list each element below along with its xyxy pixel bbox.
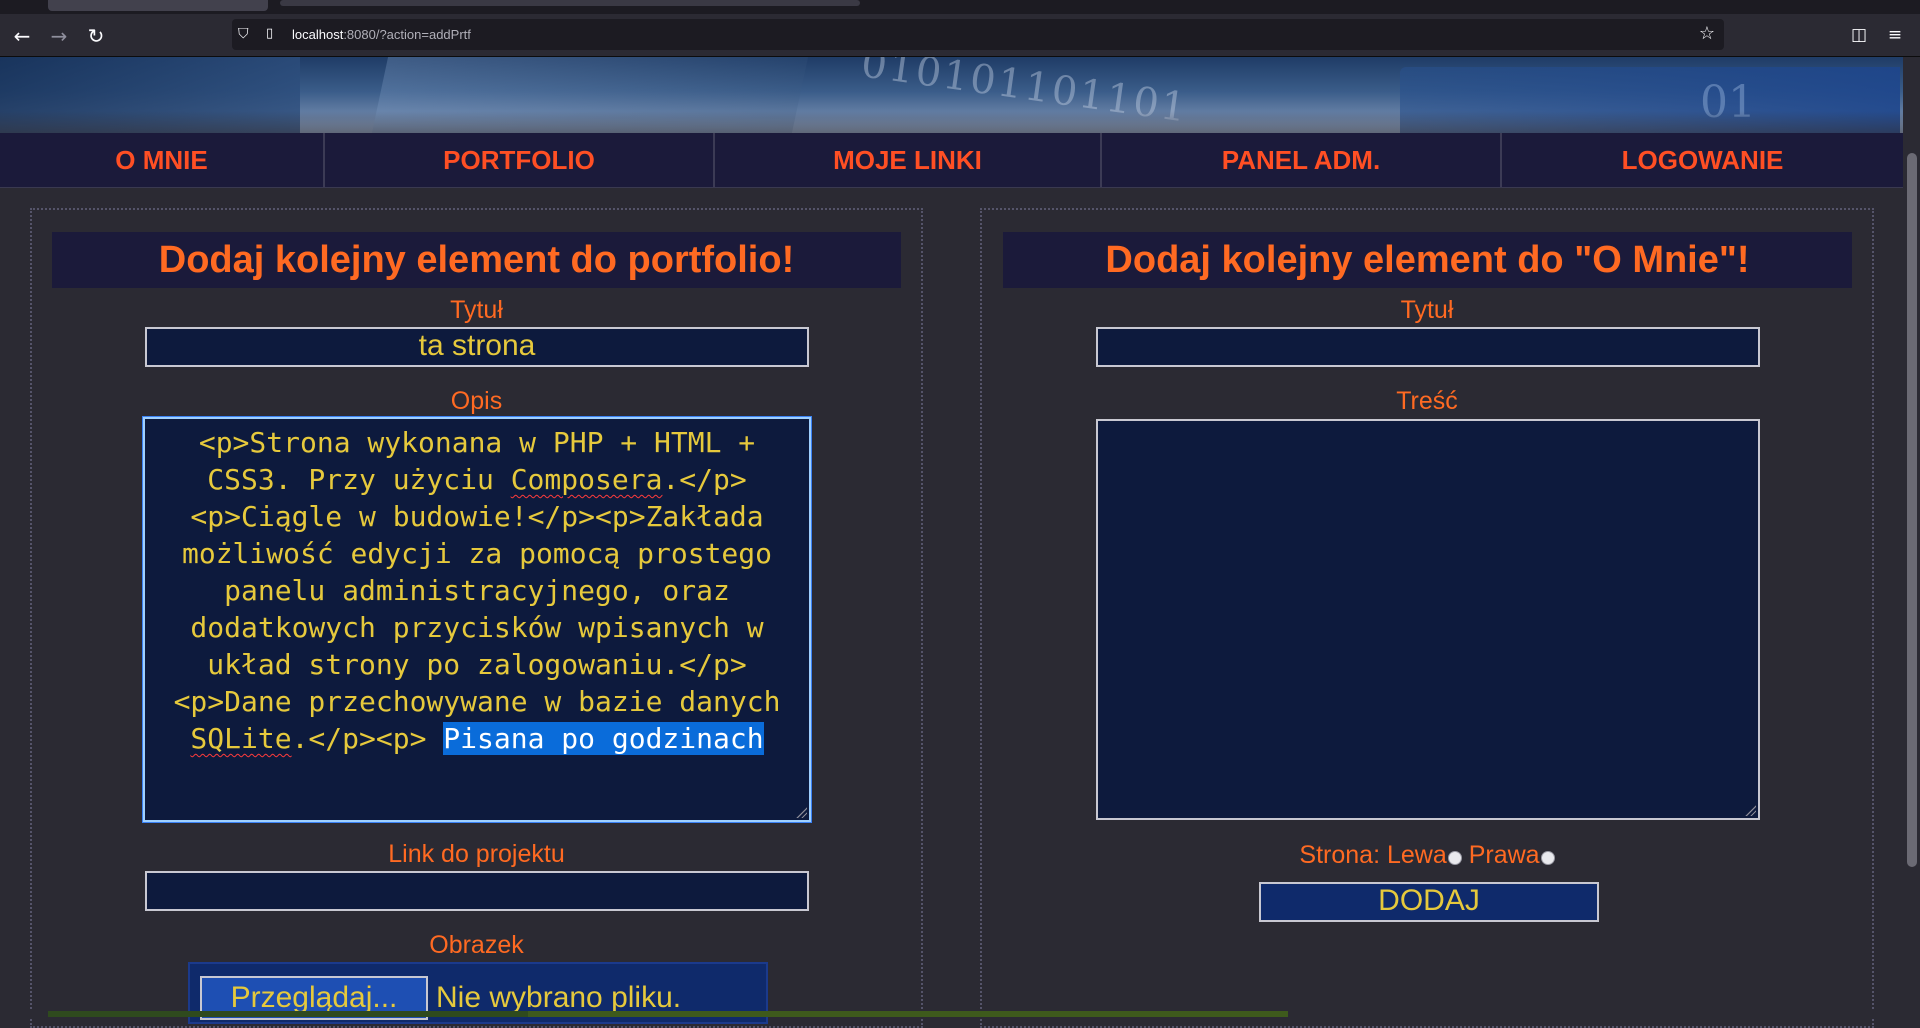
back-arrow-icon[interactable]: ← [8, 22, 36, 50]
banner-fade [0, 111, 1903, 133]
project-link-input[interactable] [145, 871, 809, 911]
site-menu: O MNIE PORTFOLIO MOJE LINKI PANEL ADM. L… [0, 133, 1903, 188]
menu-item-moje-linki[interactable]: MOJE LINKI [715, 133, 1102, 187]
menu-item-panel-adm[interactable]: PANEL ADM. [1102, 133, 1502, 187]
portfolio-form-title: Dodaj kolejny element do portfolio! [52, 232, 901, 288]
side-label: Strona: [1299, 841, 1387, 869]
browser-tab-inactive[interactable] [280, 0, 860, 6]
side-left-label: Lewa [1386, 841, 1447, 869]
menu-item-portfolio[interactable]: PORTFOLIO [325, 133, 715, 187]
bottom-strip [0, 1011, 1903, 1017]
tracking-shield-icon[interactable]: ⛉ [238, 25, 254, 43]
url-path: :8080/?action=addPrtf [343, 27, 471, 42]
portfolio-title-value: ta strona [418, 329, 536, 362]
browser-toolbar: ← → ↻ ⛉ ▯ localhost:8080/?action=addPrtf… [0, 14, 1920, 57]
star-icon[interactable]: ☆ [1696, 23, 1718, 45]
resize-grip-icon[interactable] [1744, 804, 1756, 816]
side-right-label: Prawa [1468, 841, 1540, 869]
side-selector: Strona: Lewa Prawa [982, 841, 1872, 870]
selected-text: Pisana po godzinach [443, 722, 764, 755]
portfolio-form-panel: Dodaj kolejny element do portfolio! Tytu… [30, 208, 923, 1028]
title-label: Tytuł [1400, 296, 1454, 324]
title-label: Tytuł [450, 296, 503, 324]
spellcheck-word: Composera [510, 463, 663, 496]
forward-arrow-icon[interactable]: → [45, 22, 73, 50]
site-banner: 010101101101 01 [0, 57, 1903, 133]
portfolio-description-textarea[interactable]: <p>Strona wykonana w PHP + HTML + CSS3. … [143, 417, 811, 822]
url-host: localhost [292, 27, 344, 42]
about-me-form-panel: Dodaj kolejny element do "O Mnie"! Tytuł… [980, 208, 1874, 1028]
portfolio-title-input[interactable]: ta strona [145, 327, 809, 367]
radio-right[interactable] [1540, 851, 1555, 865]
content-label: Treść [1396, 387, 1458, 415]
project-link-label: Link do projektu [388, 840, 565, 868]
reload-icon[interactable]: ↻ [82, 22, 110, 50]
add-button[interactable]: DODAJ [1259, 882, 1599, 922]
menu-item-o-mnie[interactable]: O MNIE [0, 133, 325, 187]
resize-grip-icon[interactable] [795, 806, 807, 818]
menu-item-logowanie[interactable]: LOGOWANIE [1502, 133, 1903, 187]
page-icon[interactable]: ▯ [266, 26, 280, 42]
about-me-content-textarea[interactable] [1096, 419, 1760, 820]
bottom-strip-segment [528, 1011, 1288, 1017]
hamburger-menu-icon[interactable]: ≡ [1882, 22, 1908, 48]
about-me-form-title: Dodaj kolejny element do "O Mnie"! [1003, 232, 1852, 288]
description-text-part: .</p><p> [291, 722, 444, 755]
description-text-part: .</p><p>Ciągle w budowie!</p><p>Zakłada … [173, 463, 781, 718]
scrollbar-thumb[interactable] [1907, 153, 1917, 867]
about-me-title-input[interactable] [1096, 327, 1760, 367]
address-bar[interactable]: ⛉ ▯ localhost:8080/?action=addPrtf ☆ [232, 19, 1724, 50]
page-scrollbar[interactable] [1903, 57, 1920, 1017]
browser-tab-active[interactable] [48, 0, 268, 11]
image-label: Obrazek [429, 931, 524, 959]
spellcheck-word: SQLite [190, 722, 292, 755]
browser-tab-strip [0, 0, 1920, 14]
bottom-strip-segment [48, 1011, 528, 1017]
radio-left[interactable] [1447, 851, 1462, 865]
description-text: <p>Strona wykonana w PHP + HTML + CSS3. … [145, 419, 809, 757]
url-text[interactable]: localhost:8080/?action=addPrtf [292, 27, 471, 42]
content-text [1098, 421, 1758, 426]
description-label: Opis [450, 387, 503, 415]
pocket-icon[interactable]: ◫ [1846, 22, 1872, 48]
